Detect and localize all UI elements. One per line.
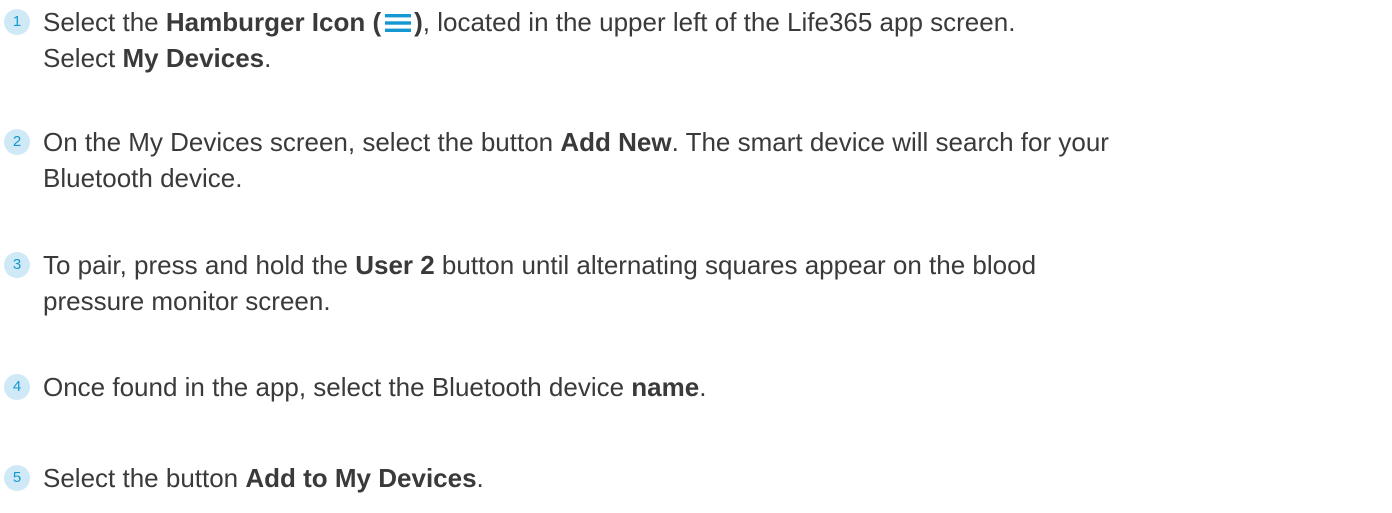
step-2-line-2: Bluetooth device.: [43, 163, 243, 193]
step-2-line-1: On the My Devices screen, select the but…: [43, 127, 1109, 157]
step-1-line-1: Select the Hamburger Icon (), located in…: [43, 4, 1388, 42]
instruction-steps: 1 Select the Hamburger Icon (), located …: [0, 0, 1392, 513]
step-5-line-1: Select the button Add to My Devices.: [43, 463, 484, 493]
step-number-badge: 1: [4, 9, 30, 35]
step-number-badge: 2: [4, 129, 30, 155]
step-number-badge: 4: [4, 374, 30, 400]
step-3-line-1: To pair, press and hold the User 2 butto…: [43, 250, 1037, 280]
step-number-badge: 5: [4, 465, 30, 491]
step-1-line-2: Select My Devices.: [43, 43, 272, 73]
step-number-badge: 3: [4, 252, 30, 278]
step-3-line-2: pressure monitor screen.: [43, 286, 331, 316]
hamburger-icon: [385, 6, 412, 42]
step-4-line-1: Once found in the app, select the Blueto…: [43, 372, 707, 402]
